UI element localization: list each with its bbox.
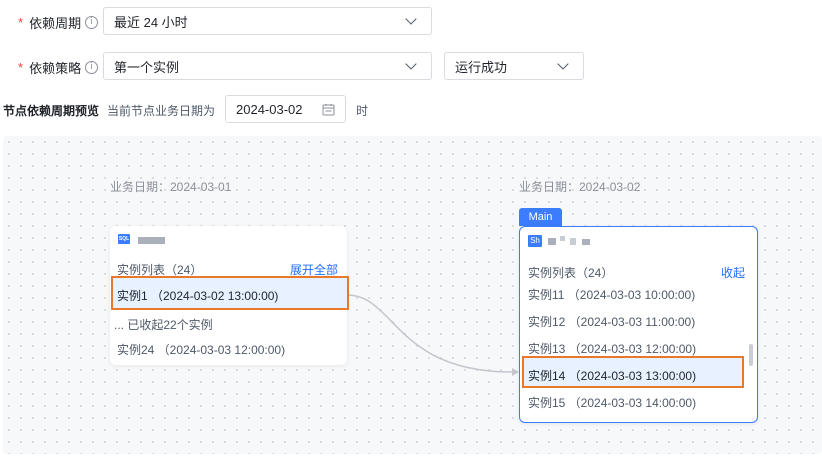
status-select-value: 运行成功	[455, 59, 508, 75]
collapse-link[interactable]: 收起	[721, 264, 745, 281]
scrollbar-thumb[interactable]	[749, 344, 753, 366]
main-tag: Main	[519, 208, 562, 226]
strategy-select-value: 第一个实例	[114, 59, 180, 75]
strategy-select[interactable]: 第一个实例	[103, 52, 432, 80]
instance-row[interactable]: 实例13 （2024-03-03 12:00:00)	[528, 340, 696, 357]
preview-title: 节点依赖周期预览	[3, 104, 100, 118]
list-title: 实例列表（24）	[528, 266, 614, 280]
instance-row[interactable]: 实例24 （2024-03-03 12:00:00)	[117, 341, 285, 358]
period-label: * 依赖周期 i	[18, 13, 99, 32]
preview-desc: 当前节点业务日期为	[107, 104, 216, 118]
strategy-label: * 依赖策略 i	[18, 58, 99, 77]
strategy-label-text: 依赖策略	[29, 61, 82, 76]
left-date-label: 业务日期：2024-03-01	[110, 180, 232, 194]
instance-row: 实例1 （2024-03-02 13:00:00)	[117, 289, 279, 303]
required-mark: *	[18, 60, 24, 75]
sql-icon: SQL	[118, 234, 130, 244]
node-name-redacted	[548, 238, 556, 245]
chevron-down-icon	[557, 58, 569, 70]
instance-row: 实例14 （2024-03-03 13:00:00)	[528, 369, 697, 383]
instance-row[interactable]: 实例12 （2024-03-03 11:00:00)	[528, 313, 695, 330]
info-icon[interactable]: i	[85, 61, 99, 74]
preview-suffix: 时	[356, 104, 369, 118]
node-name-redacted	[570, 238, 576, 245]
shell-icon: Sh	[528, 235, 542, 247]
node-name-redacted	[138, 237, 165, 244]
info-icon[interactable]: i	[85, 16, 99, 29]
period-select[interactable]: 最近 24 小时	[103, 7, 432, 35]
date-picker-value: 2024-03-02	[236, 101, 303, 117]
instance-row[interactable]: 实例15 （2024-03-03 14:00:00)	[528, 394, 696, 411]
current-node-card[interactable]: Sh 实例列表（24） 收起 实例11 （2024-03-03 10:00:00…	[519, 226, 758, 423]
status-select[interactable]: 运行成功	[444, 52, 584, 80]
date-picker[interactable]: 2024-03-02	[225, 95, 346, 123]
collapsed-row[interactable]: ... 已收起22个实例	[114, 316, 213, 333]
node-name-redacted	[560, 236, 565, 241]
instance-row[interactable]: 实例11 （2024-03-03 10:00:00)	[528, 286, 695, 303]
upstream-node-card[interactable]: SQL 实例列表（24） 展开全部 实例1 （2024-03-02 13:00:…	[110, 226, 349, 365]
required-mark: *	[18, 15, 24, 30]
chevron-down-icon	[405, 58, 417, 70]
node-name-redacted	[582, 239, 590, 245]
calendar-icon	[322, 103, 335, 115]
right-date-label: 业务日期：2024-03-02	[519, 180, 641, 194]
chevron-down-icon	[405, 13, 417, 25]
period-select-value: 最近 24 小时	[114, 14, 188, 30]
period-label-text: 依赖周期	[29, 16, 82, 31]
